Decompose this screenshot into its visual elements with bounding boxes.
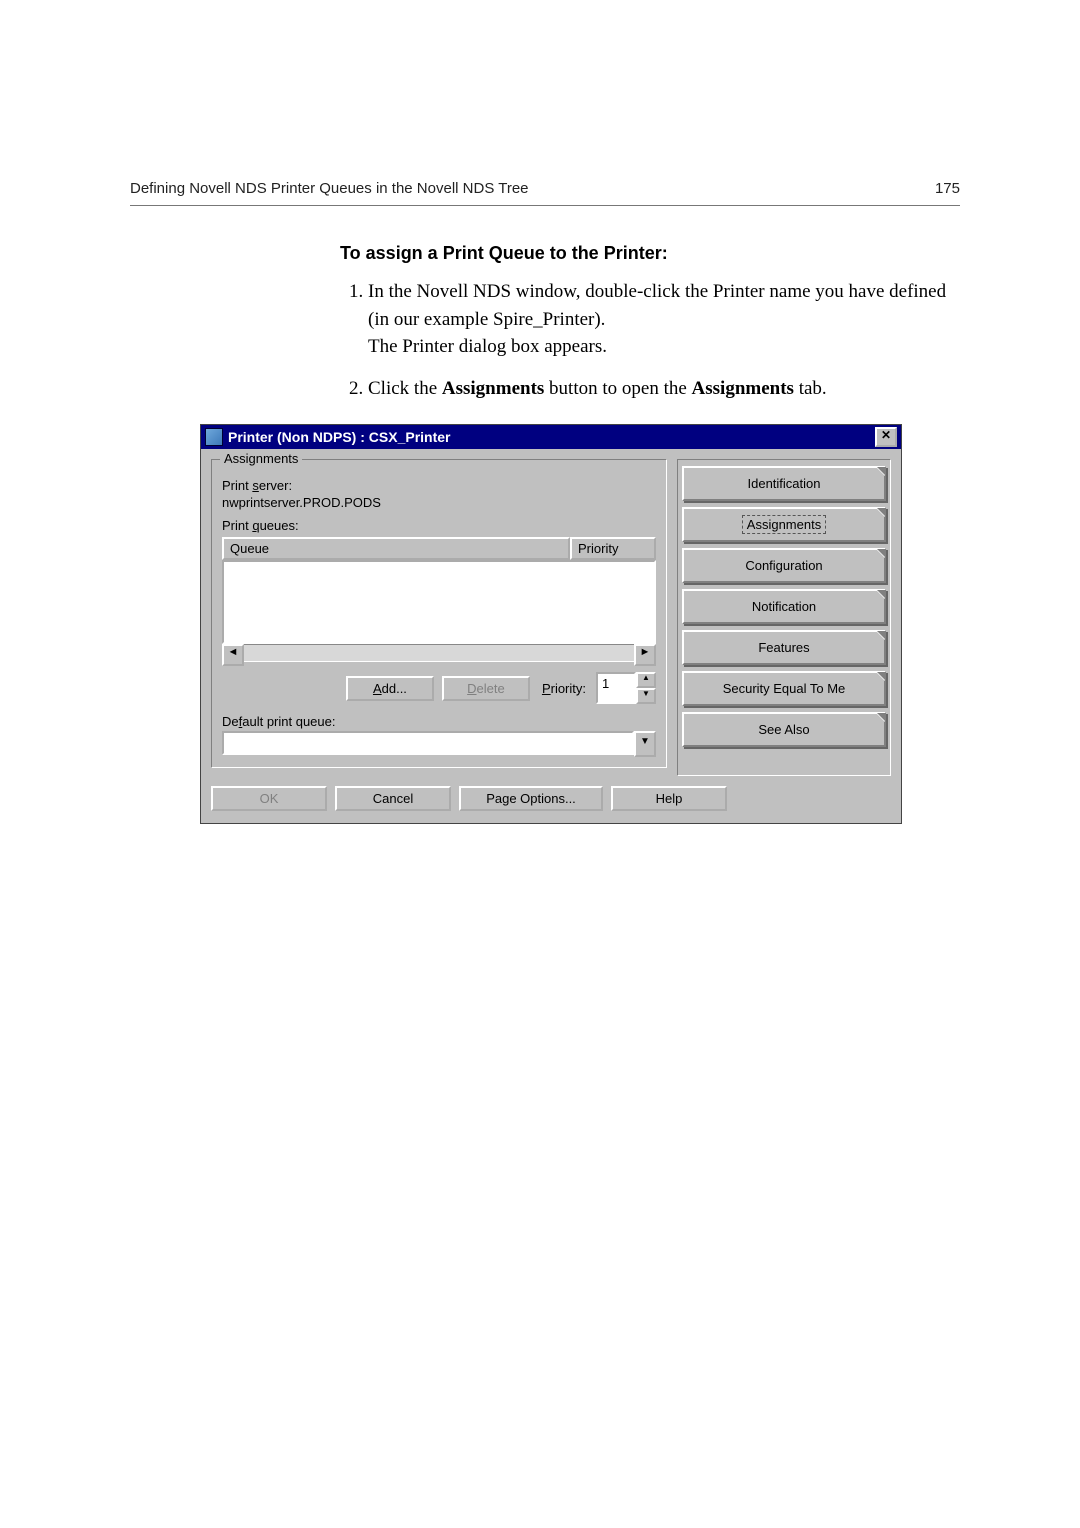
- default-queue-field[interactable]: [222, 731, 634, 755]
- tab-corner-icon: [876, 713, 885, 722]
- tab-assignments[interactable]: Assignments: [682, 507, 886, 542]
- assignments-group: Assignments Print server: nwprintserver.…: [211, 459, 667, 768]
- tab-security-equal-to-me[interactable]: Security Equal To Me: [682, 671, 886, 706]
- priority-label: Priority:: [542, 681, 586, 696]
- tab-corner-icon: [876, 508, 885, 517]
- add-button[interactable]: Add...: [346, 676, 434, 701]
- content: To assign a Print Queue to the Printer: …: [340, 240, 960, 402]
- print-queues-label: Print queues:: [222, 518, 656, 533]
- side-tabs: Identification Assignments Configuration…: [677, 459, 891, 776]
- delete-button[interactable]: Delete: [442, 676, 530, 701]
- tab-corner-icon: [876, 590, 885, 599]
- tab-corner-icon: [876, 549, 885, 558]
- header-title: Defining Novell NDS Printer Queues in th…: [130, 180, 529, 197]
- print-server-value: nwprintserver.PROD.PODS: [222, 495, 656, 510]
- default-queue-combo[interactable]: ▼: [222, 731, 656, 757]
- spin-up-button[interactable]: ▲: [636, 672, 656, 688]
- col-priority[interactable]: Priority: [570, 537, 656, 560]
- col-queue[interactable]: Queue: [222, 537, 570, 560]
- dialog-footer: OK Cancel Page Options... Help: [201, 782, 901, 823]
- print-server-label: Print server:: [222, 478, 656, 493]
- ok-button[interactable]: OK: [211, 786, 327, 811]
- dialog-titlebar: Printer (Non NDPS) : CSX_Printer ✕: [201, 425, 901, 449]
- priority-stepper[interactable]: 1 ▲ ▼: [596, 672, 656, 704]
- page-number: 175: [935, 180, 960, 197]
- group-legend: Assignments: [220, 451, 302, 466]
- scroll-track[interactable]: [244, 644, 634, 662]
- queue-hscrollbar[interactable]: ◄ ►: [222, 644, 656, 662]
- default-queue-label: Default print queue:: [222, 714, 656, 729]
- spin-down-button[interactable]: ▼: [636, 688, 656, 704]
- tab-corner-icon: [876, 631, 885, 640]
- section-heading: To assign a Print Queue to the Printer:: [340, 240, 960, 266]
- page-options-button[interactable]: Page Options...: [459, 786, 603, 811]
- dialog-title: Printer (Non NDPS) : CSX_Printer: [228, 429, 450, 445]
- queue-table-header: Queue Priority: [222, 537, 656, 560]
- scroll-right-button[interactable]: ►: [634, 644, 656, 666]
- tab-notification[interactable]: Notification: [682, 589, 886, 624]
- step-1: In the Novell NDS window, double-click t…: [368, 278, 960, 361]
- printer-dialog: Printer (Non NDPS) : CSX_Printer ✕ Assig…: [200, 424, 902, 824]
- tab-corner-icon: [876, 467, 885, 476]
- combo-dropdown-button[interactable]: ▼: [634, 731, 656, 757]
- priority-input[interactable]: 1: [596, 672, 636, 704]
- tab-see-also[interactable]: See Also: [682, 712, 886, 747]
- tab-features[interactable]: Features: [682, 630, 886, 665]
- queue-listbox[interactable]: [222, 560, 656, 644]
- close-button[interactable]: ✕: [875, 427, 897, 447]
- tab-identification[interactable]: Identification: [682, 466, 886, 501]
- step-2: Click the Assignments button to open the…: [368, 375, 960, 403]
- printer-icon: [205, 428, 223, 446]
- tab-configuration[interactable]: Configuration: [682, 548, 886, 583]
- scroll-left-button[interactable]: ◄: [222, 644, 244, 666]
- tab-corner-icon: [876, 672, 885, 681]
- page-header: Defining Novell NDS Printer Queues in th…: [130, 180, 960, 206]
- cancel-button[interactable]: Cancel: [335, 786, 451, 811]
- help-button[interactable]: Help: [611, 786, 727, 811]
